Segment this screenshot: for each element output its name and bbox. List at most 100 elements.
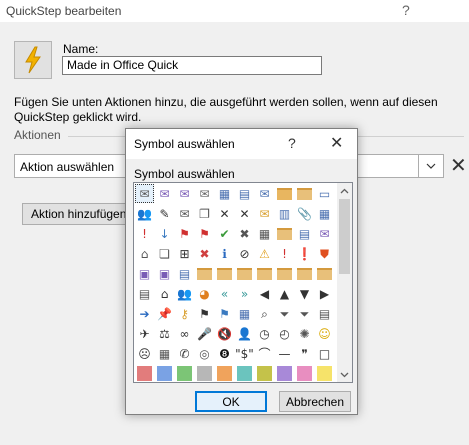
quickstep-icon-button[interactable]	[14, 41, 52, 79]
rules-icon[interactable]: ⌂	[135, 244, 154, 263]
color-olive-icon[interactable]	[255, 364, 274, 382]
block-icon[interactable]: ⊘	[235, 244, 254, 263]
attach-icon[interactable]: 📎	[295, 204, 314, 223]
alert-icon[interactable]: !	[275, 244, 294, 263]
group-icon[interactable]: 👥	[135, 204, 154, 223]
shield-icon[interactable]: ⛊	[315, 244, 334, 263]
funnel-icon[interactable]: ⏷	[275, 304, 294, 323]
low-importance-icon[interactable]: ↓	[155, 224, 174, 243]
color-yellow-icon[interactable]	[315, 364, 334, 382]
name-input[interactable]: Made in Office Quick	[62, 56, 322, 75]
scroll-up-button[interactable]	[337, 183, 352, 198]
key-icon[interactable]: ⚷	[175, 304, 194, 323]
meeting-icon[interactable]: ▦	[315, 204, 334, 223]
circle-right-icon[interactable]: ➔	[135, 304, 154, 323]
clock-alarm-icon[interactable]: ◴	[275, 324, 294, 343]
cancel-button[interactable]: Abbrechen	[279, 391, 351, 412]
color-orange-icon[interactable]	[215, 364, 234, 382]
mail-search-icon[interactable]: ✉	[175, 204, 194, 223]
open-envelope-icon[interactable]: ✉	[195, 184, 214, 203]
arrow-up-icon[interactable]: ▲	[275, 284, 294, 303]
calendar-delete-icon[interactable]: ▦	[255, 224, 274, 243]
folder-move-icon[interactable]	[275, 184, 294, 203]
folder-delete-icon[interactable]	[275, 224, 294, 243]
delete-action-icon[interactable]: ✕	[450, 156, 467, 176]
delete-icon[interactable]: ✕	[215, 204, 234, 223]
folder-back-icon[interactable]	[275, 264, 294, 283]
document-x-icon[interactable]: ▤	[295, 224, 314, 243]
exclamation-icon[interactable]: ❗	[295, 244, 314, 263]
copy-icon[interactable]: ❐	[195, 204, 214, 223]
document-icon[interactable]: ▭	[315, 184, 334, 203]
folder-up-icon[interactable]	[215, 264, 234, 283]
eye-icon[interactable]: ⌒	[255, 344, 274, 363]
filter-icon[interactable]: ⏷	[295, 304, 314, 323]
scrollbar-thumb[interactable]	[339, 199, 350, 274]
important-icon[interactable]: !	[135, 224, 154, 243]
calendar-icon[interactable]: ▦	[215, 184, 234, 203]
flag-blue-icon[interactable]: ⚑	[215, 304, 234, 323]
forward-icon[interactable]: ✉	[315, 224, 334, 243]
flag-delete-icon[interactable]: ⚑	[175, 224, 194, 243]
piggy-bank-icon[interactable]: ◎	[195, 344, 214, 363]
reply-icon[interactable]: ✉	[155, 184, 174, 203]
clock-icon[interactable]: ◷	[255, 324, 274, 343]
square-outline-icon[interactable]: □	[315, 344, 334, 363]
table-icon[interactable]: ▦	[235, 304, 254, 323]
pie-chart-icon[interactable]: ◕	[195, 284, 214, 303]
dropdown-arrow-button[interactable]	[418, 155, 443, 177]
envelope-icon[interactable]: ✉	[135, 184, 154, 203]
folder-open-icon[interactable]	[195, 264, 214, 283]
delete-all-icon[interactable]: ✕	[235, 204, 254, 223]
info-icon[interactable]: ℹ	[215, 244, 234, 263]
send-icon[interactable]: ✉	[255, 184, 274, 203]
notepad-icon[interactable]: ▤	[315, 304, 334, 323]
folder-arrow-icon[interactable]	[255, 264, 274, 283]
attachment-doc-icon[interactable]: ❏	[155, 244, 174, 263]
calculator-icon[interactable]: ▦	[155, 344, 174, 363]
color-teal-icon[interactable]	[235, 364, 254, 382]
color-red-icon[interactable]	[135, 364, 154, 382]
color-gray-icon[interactable]	[195, 364, 214, 382]
currency-icon[interactable]: "$"	[235, 344, 254, 363]
pushpin-icon[interactable]: ✈	[135, 324, 154, 343]
red-x-icon[interactable]: ✖	[195, 244, 214, 263]
mute-icon[interactable]: 🔇	[215, 324, 234, 343]
color-green-icon[interactable]	[175, 364, 194, 382]
folder-plus-icon[interactable]	[235, 264, 254, 283]
folder-list-icon[interactable]: ▤	[175, 264, 194, 283]
contact-card-icon[interactable]: ▤	[235, 184, 254, 203]
microphone-icon[interactable]: 🎤	[195, 324, 214, 343]
quote-icon[interactable]: ❞	[295, 344, 314, 363]
scale-icon[interactable]: ⚖	[155, 324, 174, 343]
forward-double-icon[interactable]: »	[235, 284, 254, 303]
person-icon[interactable]: 👤	[235, 324, 254, 343]
save-as-icon[interactable]: ▣	[155, 264, 174, 283]
check-icon[interactable]: ✔	[215, 224, 234, 243]
flag-icon[interactable]: ⚑	[195, 224, 214, 243]
document-tag-icon[interactable]: ▤	[135, 284, 154, 303]
mail-icon[interactable]: ✉	[255, 204, 274, 223]
cancel-icon[interactable]: ✖	[235, 224, 254, 243]
glasses-icon[interactable]: ∞	[175, 324, 194, 343]
pin-icon[interactable]: 📌	[155, 304, 174, 323]
arrow-down-icon[interactable]: ▼	[295, 284, 314, 303]
folder-icon[interactable]	[295, 184, 314, 203]
folder-forward-icon[interactable]	[295, 264, 314, 283]
edit-icon[interactable]: ✎	[155, 204, 174, 223]
arrow-right-icon[interactable]: ▶	[315, 284, 334, 303]
home-icon[interactable]: ⌂	[155, 284, 174, 303]
ok-button[interactable]: OK	[195, 391, 267, 412]
folder-new-icon[interactable]	[315, 264, 334, 283]
scroll-down-button[interactable]	[337, 367, 352, 382]
icon-grid[interactable]: ✉ ✉ ✉ ✉ ▦ ▤ ✉ ▭ 👥 ✎ ✉ ❐ ✕ ✕ ✉ ▥ 📎 ▦! ↓ ⚑ ⚑ ✔ ✖ ▦ ▤ ✉ ⌂ ❏ ⊞ ✖ ℹ ⊘ ⚠! ❗ ⛊ ▣ ▣ ▤…	[134, 183, 337, 382]
warning-icon[interactable]: ⚠	[255, 244, 274, 263]
eight-ball-icon[interactable]: ❽	[215, 344, 234, 363]
search-icon[interactable]: ⌕	[255, 304, 274, 323]
close-icon[interactable]: ✕	[330, 133, 343, 153]
reply-all-icon[interactable]: ✉	[175, 184, 194, 203]
save-icon[interactable]: ▣	[135, 264, 154, 283]
dialog-help-button[interactable]: ?	[288, 135, 296, 151]
back-double-icon[interactable]: «	[215, 284, 234, 303]
sad-face-icon[interactable]: ☹	[135, 344, 154, 363]
